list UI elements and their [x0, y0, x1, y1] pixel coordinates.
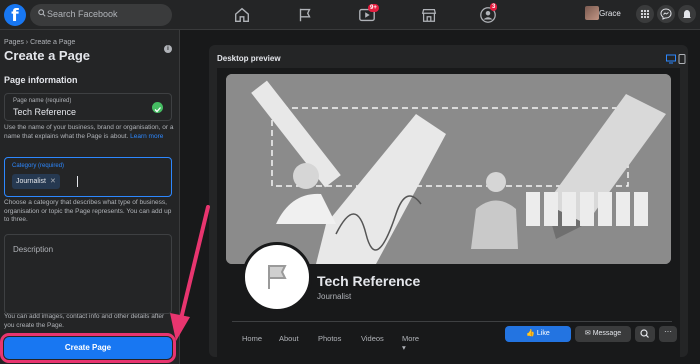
tab-photos[interactable]: Photos	[318, 334, 341, 343]
description-field[interactable]: Description	[4, 234, 172, 314]
marketplace-icon[interactable]	[420, 6, 438, 24]
search-icon	[640, 329, 649, 338]
mobile-view-icon[interactable]	[678, 54, 686, 64]
bell-icon	[683, 10, 691, 18]
tab-more-label: More	[402, 334, 420, 343]
tab-more[interactable]: More ▾	[402, 334, 419, 352]
menu-button[interactable]	[636, 5, 654, 23]
category-chip-label: Journalist	[16, 178, 46, 185]
page-name-label: Page name (required)	[13, 98, 72, 104]
profile-picture-placeholder	[242, 242, 312, 312]
like-button[interactable]: 👍 Like	[505, 326, 571, 342]
preview-search-button[interactable]	[635, 326, 655, 342]
page-title: Create a Page	[4, 48, 90, 63]
messenger-button[interactable]	[657, 5, 675, 23]
tab-about[interactable]: About	[279, 334, 299, 343]
facebook-logo-icon[interactable]: f	[4, 4, 26, 26]
tab-home[interactable]: Home	[242, 334, 262, 343]
grid-menu-icon	[640, 9, 650, 19]
user-name: Grace	[599, 9, 621, 18]
chevron-down-icon: ▾	[402, 343, 406, 352]
preview-page-category: Journalist	[317, 292, 352, 301]
page-name-field[interactable]: Page name (required) Tech Reference	[4, 93, 172, 121]
page-name-value: Tech Reference	[13, 107, 77, 117]
text-cursor	[77, 176, 78, 187]
search-icon	[38, 9, 46, 17]
bottom-help-text: You can add images, contact info and oth…	[4, 313, 165, 329]
description-label: Description	[13, 245, 54, 254]
message-button[interactable]: ✉ Message	[575, 326, 631, 342]
page-preview: Tech Reference Journalist Home About Pho…	[217, 68, 680, 357]
category-field[interactable]: Category (required) Journalist ✕	[4, 157, 172, 197]
valid-checkmark-icon	[152, 102, 163, 113]
pages-flag-icon[interactable]	[296, 6, 314, 24]
notifications-button[interactable]	[678, 5, 696, 23]
breadcrumb[interactable]: Pages › Create a Page	[4, 39, 75, 46]
desktop-preview-panel: Desktop preview Tech Reference Journalis…	[209, 45, 688, 357]
messenger-icon	[660, 8, 672, 20]
highlight-arrow-icon	[170, 205, 210, 341]
category-chip[interactable]: Journalist ✕	[12, 174, 60, 189]
category-help-text: Choose a category that describes what ty…	[4, 199, 172, 223]
page-name-help-text: Use the name of your business, brand or …	[4, 124, 174, 141]
avatar	[585, 6, 599, 20]
divider	[232, 321, 672, 322]
message-label: Message	[592, 330, 622, 337]
watch-notification-badge: 9+	[368, 4, 379, 12]
like-label: Like	[536, 330, 550, 337]
top-navigation-bar: f Search Facebook 9+ 3 Grace	[0, 0, 700, 30]
more-options-button[interactable]: ···	[659, 326, 677, 342]
preview-page-title: Tech Reference	[317, 273, 421, 289]
search-placeholder: Search Facebook	[47, 9, 118, 19]
preview-label: Desktop preview	[217, 54, 281, 63]
desktop-view-icon[interactable]	[666, 54, 676, 64]
section-title-page-information: Page information	[4, 75, 78, 85]
cover-illustration	[226, 74, 671, 264]
tab-videos[interactable]: Videos	[361, 334, 384, 343]
category-label: Category (required)	[12, 163, 65, 169]
home-icon[interactable]	[233, 6, 251, 24]
message-icon: ✉	[584, 330, 591, 337]
learn-more-link[interactable]: Learn more	[130, 133, 163, 140]
remove-chip-icon[interactable]: ✕	[50, 178, 56, 185]
search-input[interactable]: Search Facebook	[30, 4, 172, 26]
info-icon[interactable]: i	[164, 45, 172, 53]
create-page-button[interactable]: Create Page	[0, 333, 176, 363]
